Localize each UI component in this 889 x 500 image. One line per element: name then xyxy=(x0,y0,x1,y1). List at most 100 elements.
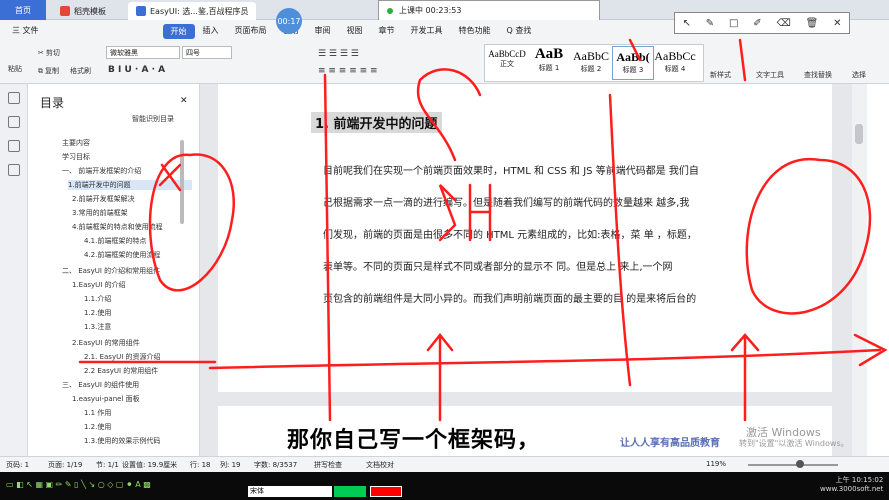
bookmark-icon[interactable] xyxy=(8,116,20,128)
site-url: www.3000soft.net xyxy=(820,485,884,493)
toc-item[interactable]: 1.1 作用 xyxy=(84,408,111,418)
text-tool-button[interactable]: 文字工具 xyxy=(756,70,784,80)
vertical-scrollbar[interactable] xyxy=(852,84,867,456)
menu-file[interactable]: 三 文件 xyxy=(4,20,47,42)
toc-item[interactable]: 1.3.注意 xyxy=(84,322,111,332)
toc-item[interactable]: 3.常用的前端框架 xyxy=(72,208,128,218)
style-heading4[interactable]: AaBbCc 标题 4 xyxy=(654,46,696,80)
menu-item-chapter[interactable]: 章节 xyxy=(371,20,403,42)
toc-item[interactable]: 1.3.使用的效果示例代码 xyxy=(84,436,160,446)
menu-item-layout[interactable]: 页面布局 xyxy=(227,20,275,42)
eraser-icon[interactable]: ⌫ xyxy=(777,18,791,29)
menu-item-insert[interactable]: 插入 xyxy=(195,20,227,42)
zoom-level[interactable]: 119% xyxy=(706,460,726,468)
pen-icon[interactable]: ✎ xyxy=(706,18,714,29)
menu-item-features[interactable]: 特色功能 xyxy=(451,20,499,42)
tab-template[interactable]: 稻壳模板 xyxy=(52,2,114,20)
font-name-select[interactable]: 微软雅黑 xyxy=(106,46,180,59)
nav-strip xyxy=(0,84,28,456)
select-label: 选择 xyxy=(852,71,866,79)
format-painter-button[interactable]: 格式刷 xyxy=(70,66,91,76)
toc-item[interactable]: 4.1.前端框架的特点 xyxy=(84,236,146,246)
tab-document-label: EasyUI: 选...鉴,百战程序员 xyxy=(150,6,249,16)
toc-item[interactable]: 2.1. EasyUI 的资源介绍 xyxy=(84,352,161,362)
toc-item[interactable]: 1.2.使用 xyxy=(84,422,111,432)
doc-line: 目前呢我们在实现一个前端页面效果时，HTML 和 CSS 和 JS 等前端代码都… xyxy=(323,166,699,177)
select-button[interactable]: 选择 xyxy=(852,70,866,80)
toc-item[interactable]: 2.EasyUI 的常用组件 xyxy=(72,338,140,348)
toc-item[interactable]: 1.EasyUI 的介绍 xyxy=(72,280,126,290)
style-normal[interactable]: AaBbCcD 正文 xyxy=(486,46,528,80)
copy-icon: ⧉ xyxy=(38,66,43,75)
toc-item[interactable]: 2.前端开发框架解决 xyxy=(72,194,135,204)
menu-search[interactable]: Q 查找 xyxy=(499,20,540,42)
menu-item-start[interactable]: 开始 xyxy=(162,23,195,39)
style-heading4-sample: AaBbCc xyxy=(654,49,696,63)
toc-item[interactable]: 1.2.使用 xyxy=(84,308,111,318)
scissors-icon: ✂ xyxy=(38,49,44,57)
toc-item[interactable]: 1.前端开发中的问题 xyxy=(68,180,192,190)
style-heading1[interactable]: AaB 标题 1 xyxy=(528,46,570,80)
status-pages: 页面: 1/19 xyxy=(48,461,83,469)
status-setting: 设置值: 19.9厘米 xyxy=(122,461,178,469)
font-select[interactable]: 宋体 xyxy=(248,486,332,497)
scroll-thumb[interactable] xyxy=(855,124,863,144)
recording-timer: 00:17 xyxy=(276,8,302,34)
new-style-button[interactable]: 新样式 xyxy=(710,70,731,80)
size-select[interactable] xyxy=(334,486,366,497)
pencil-icon[interactable]: ✐ xyxy=(753,18,761,29)
toc-item[interactable]: 4.前端框架的特点和使用流程 xyxy=(72,222,163,232)
style-heading1-sample: AaB xyxy=(534,46,564,62)
toc-item[interactable]: 1.1.介绍 xyxy=(84,294,111,304)
menu-item-devtools[interactable]: 开发工具 xyxy=(403,20,451,42)
tab-home-label: 首页 xyxy=(15,5,31,15)
menu-item-review[interactable]: 审阅 xyxy=(307,20,339,42)
font-size-select[interactable]: 四号 xyxy=(182,46,232,59)
list-icons[interactable]: ☰ ☰ ☰ ☰ xyxy=(318,49,359,59)
tab-document[interactable]: EasyUI: 选...鉴,百战程序员 xyxy=(128,2,257,20)
toc-item[interactable]: 二、 EasyUI 的介绍和常用组件 xyxy=(62,266,160,276)
toc-item[interactable]: 三、 EasyUI 的组件使用 xyxy=(62,380,139,390)
clock-time: 上午 10:15:02 xyxy=(835,476,884,484)
paste-button[interactable]: 粘贴 xyxy=(8,64,22,74)
toc-item[interactable]: 主要内容 xyxy=(62,138,90,148)
align-icons[interactable]: ≡ ≡ ≡ ≡ ≡ ≡ xyxy=(318,66,378,76)
close-icon[interactable]: ✕ xyxy=(833,18,841,29)
bold-icon[interactable]: B I U · A · A xyxy=(108,65,165,75)
rectangle-icon[interactable]: □ xyxy=(729,18,738,29)
menu-item-view[interactable]: 视图 xyxy=(339,20,371,42)
doc-line: 表单等。不同的页面只是样式不同或者部分的显示不 同。但是总上 来上,一个网 xyxy=(323,262,673,273)
toc-title: 目录 xyxy=(40,96,65,110)
spell-check-button[interactable]: 拼写检查 xyxy=(314,460,342,470)
toc-item[interactable]: 2.2 EasyUI 的常用组件 xyxy=(84,366,158,376)
find-icon[interactable] xyxy=(8,164,20,176)
toc-icon[interactable] xyxy=(8,92,20,104)
document-page[interactable]: 1. 前端开发中的问题 目前呢我们在实现一个前端页面效果时，HTML 和 CSS… xyxy=(218,84,832,392)
toc-item[interactable]: 学习目标 xyxy=(62,152,90,162)
style-heading2[interactable]: AaBbC 标题 2 xyxy=(570,46,612,80)
style-heading3-label: 标题 3 xyxy=(622,66,644,74)
toc-item[interactable]: 4.2.前端框架的使用流程 xyxy=(84,250,160,260)
style-heading3[interactable]: AaBb(标题 3 xyxy=(612,46,654,80)
toc-item[interactable]: 一、 前端开发框架的介绍 xyxy=(62,166,141,176)
trash-icon[interactable]: 🗑 xyxy=(806,18,819,29)
toc-scrollbar[interactable] xyxy=(180,140,184,224)
record-tool-icons[interactable]: ▭ ◧ ↖ ▦ ▣ ✏ ✎ ▯ ╲ ↘ ○ ◇ ▢ ⚫ A ▩ xyxy=(6,480,151,489)
toc-smart-button[interactable]: 智能识别目录 xyxy=(132,114,174,124)
status-section: 节: 1/1 xyxy=(96,461,119,469)
cut-button[interactable]: ✂ 剪切 xyxy=(38,48,60,58)
toc-item[interactable]: 1.easyui-panel 面板 xyxy=(72,394,140,404)
doc-proof-button[interactable]: 文档校对 xyxy=(366,460,394,470)
find-replace-button[interactable]: 查找替换 xyxy=(804,70,832,80)
status-page: 页码: 1 xyxy=(6,461,30,469)
thumbnail-icon[interactable] xyxy=(8,140,20,152)
toc-close-icon[interactable]: ✕ xyxy=(180,96,188,106)
toc-panel: 目录 ✕ 智能识别目录 主要内容 学习目标 一、 前端开发框架的介绍 1.前端开… xyxy=(28,84,200,456)
zoom-slider[interactable] xyxy=(748,464,838,466)
word-doc-icon xyxy=(136,6,146,16)
zoom-slider-handle[interactable] xyxy=(796,460,804,468)
color-swatch[interactable] xyxy=(370,486,402,497)
tab-home[interactable]: 首页 xyxy=(0,0,46,20)
copy-button[interactable]: ⧉ 复制 xyxy=(38,66,59,76)
pointer-icon[interactable]: ↖ xyxy=(682,18,690,29)
